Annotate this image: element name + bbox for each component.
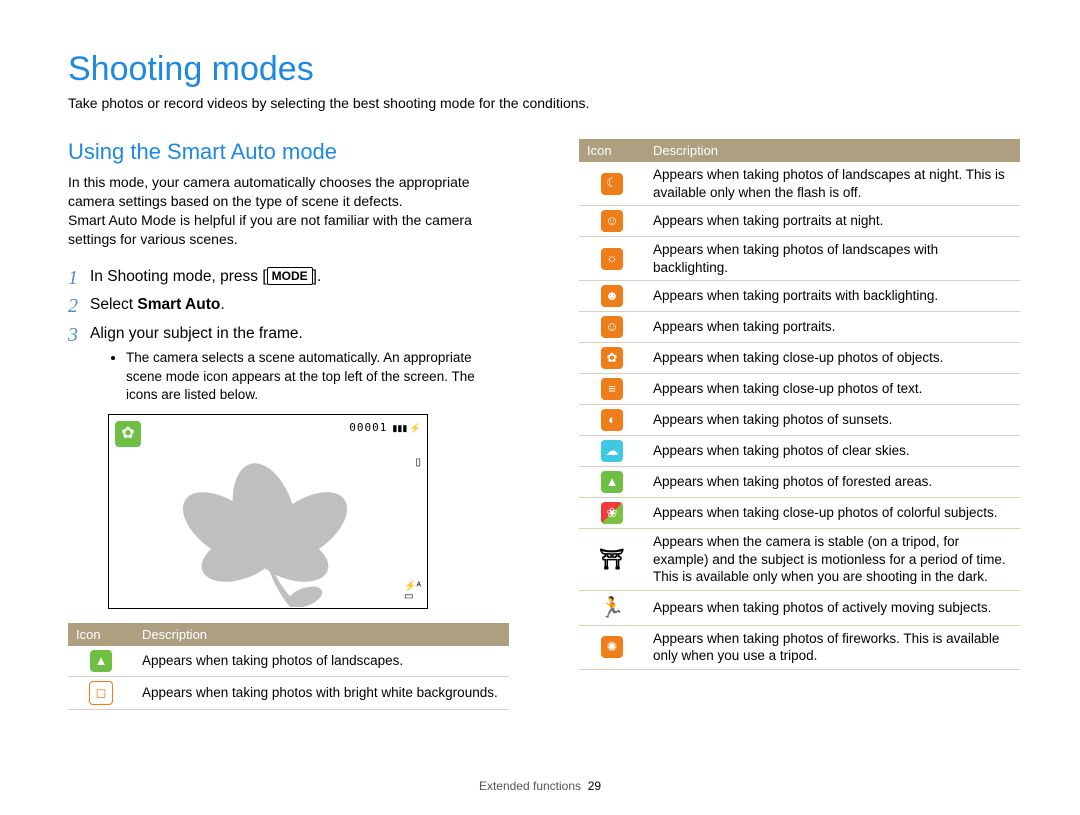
table-row: ❀ Appears when taking close-up photos of … [579, 498, 1020, 529]
sunset-icon: ◐ [601, 409, 623, 431]
white-bg-icon: ◻ [89, 681, 113, 705]
icon-description: Appears when taking photos of clear skie… [645, 436, 1020, 467]
footer-label: Extended functions [479, 779, 581, 793]
macro-mode-icon: ✿ [115, 421, 141, 447]
icon-description: Appears when taking portraits. [645, 312, 1020, 343]
icon-table-left: Icon Description ▲ Appears when taking ph… [68, 623, 509, 710]
step-3-text: Align your subject in the frame. [90, 325, 303, 342]
camera-screen-illustration: ✿ 00001 ▮▮▮ ⚡ ▯ ⚡ᴬ▭ [108, 414, 428, 609]
night-portrait-icon: ☺ [601, 210, 623, 232]
left-column: Using the Smart Auto mode In this mode, … [68, 139, 509, 710]
backlight-portrait-icon: ☻ [601, 285, 623, 307]
tripod-icon: ⛩ [599, 547, 624, 573]
backlight-landscape-icon: ☼ [601, 248, 623, 270]
th-icon: Icon [579, 139, 645, 162]
clear-sky-icon: ☁ [601, 440, 623, 462]
icon-description: Appears when taking photos of landscapes… [645, 237, 1020, 281]
step-1-text-pre: In Shooting mode, press [ [90, 268, 267, 285]
action-icon: 🏃 [600, 595, 625, 621]
table-row: ☺ Appears when taking portraits at night. [579, 206, 1020, 237]
table-row: ☻ Appears when taking portraits with back… [579, 281, 1020, 312]
page-number: 29 [588, 779, 601, 793]
steps-list: In Shooting mode, press [MODE]. Select S… [68, 267, 509, 404]
macro-icon: ✿ [601, 347, 623, 369]
screen-top-right-status: 00001 ▮▮▮ ⚡ [349, 421, 421, 434]
section-heading: Using the Smart Auto mode [68, 139, 509, 165]
mode-key: MODE [267, 267, 313, 285]
page-title: Shooting modes [68, 50, 1020, 89]
page-subtitle: Take photos or record videos by selectin… [68, 95, 1020, 111]
icon-description: Appears when taking photos of landscapes… [134, 646, 509, 677]
icon-description: Appears when taking photos of actively m… [645, 590, 1020, 625]
table-row: ◐ Appears when taking photos of sunsets. [579, 405, 1020, 436]
table-row: ✿ Appears when taking close-up photos of … [579, 343, 1020, 374]
table-row: ▲ Appears when taking photos of forested … [579, 467, 1020, 498]
table-row: ◻ Appears when taking photos with bright … [68, 676, 509, 709]
th-desc: Description [134, 623, 509, 646]
resolution-icon: ▯ [415, 457, 421, 468]
table-row: ☁ Appears when taking photos of clear ski… [579, 436, 1020, 467]
table-row: ☼ Appears when taking photos of landscape… [579, 237, 1020, 281]
icon-description: Appears when taking close-up photos of c… [645, 498, 1020, 529]
step-2-text-pre: Select [90, 296, 137, 313]
macro-color-icon: ❀ [601, 502, 623, 524]
table-row: ▲ Appears when taking photos of landscape… [68, 646, 509, 677]
icon-description: Appears when taking portraits with backl… [645, 281, 1020, 312]
night-landscape-icon: ☾ [601, 173, 623, 195]
right-column: Icon Description ☾ Appears when taking ph… [579, 139, 1020, 710]
icon-description: Appears when taking close-up photos of t… [645, 374, 1020, 405]
step-3-bullet: The camera selects a scene automatically… [126, 349, 509, 404]
table-row: ☺ Appears when taking portraits. [579, 312, 1020, 343]
step-2: Select Smart Auto. [68, 295, 509, 316]
step-3: Align your subject in the frame. The cam… [68, 324, 509, 404]
icon-description: Appears when taking photos with bright w… [134, 676, 509, 709]
landscape-icon: ▲ [90, 650, 112, 672]
portrait-icon: ☺ [601, 316, 623, 338]
table-row: ✺ Appears when taking photos of fireworks… [579, 625, 1020, 669]
flash-auto-icon: ⚡ᴬ▭ [404, 582, 421, 602]
icon-description: Appears when taking photos of fireworks.… [645, 625, 1020, 669]
table-row: 🏃 Appears when taking photos of actively … [579, 590, 1020, 625]
step-2-text-post: . [220, 296, 224, 313]
icon-description: Appears when the camera is stable (on a … [645, 529, 1020, 591]
icon-description: Appears when taking photos of landscapes… [645, 162, 1020, 206]
page-footer: Extended functions 29 [0, 779, 1080, 793]
fireworks-icon: ✺ [601, 636, 623, 658]
icon-description: Appears when taking portraits at night. [645, 206, 1020, 237]
macro-text-icon: ≡ [601, 378, 623, 400]
icon-description: Appears when taking photos of sunsets. [645, 405, 1020, 436]
th-desc: Description [645, 139, 1020, 162]
forest-icon: ▲ [601, 471, 623, 493]
step-2-bold: Smart Auto [137, 296, 220, 313]
table-row: ⛩ Appears when the camera is stable (on a… [579, 529, 1020, 591]
icon-description: Appears when taking photos of forested a… [645, 467, 1020, 498]
battery-icon: ▮▮▮ ⚡ [390, 423, 421, 433]
table-row: ☾ Appears when taking photos of landscape… [579, 162, 1020, 206]
table-row: ≡ Appears when taking close-up photos of … [579, 374, 1020, 405]
icon-table-right: Icon Description ☾ Appears when taking ph… [579, 139, 1020, 670]
frame-counter: 00001 [349, 421, 387, 434]
step-1-text-post: ]. [313, 268, 322, 285]
flower-illustration [155, 457, 375, 607]
intro-paragraph: In this mode, your camera automatically … [68, 173, 509, 249]
th-icon: Icon [68, 623, 134, 646]
step-1: In Shooting mode, press [MODE]. [68, 267, 509, 288]
icon-description: Appears when taking close-up photos of o… [645, 343, 1020, 374]
